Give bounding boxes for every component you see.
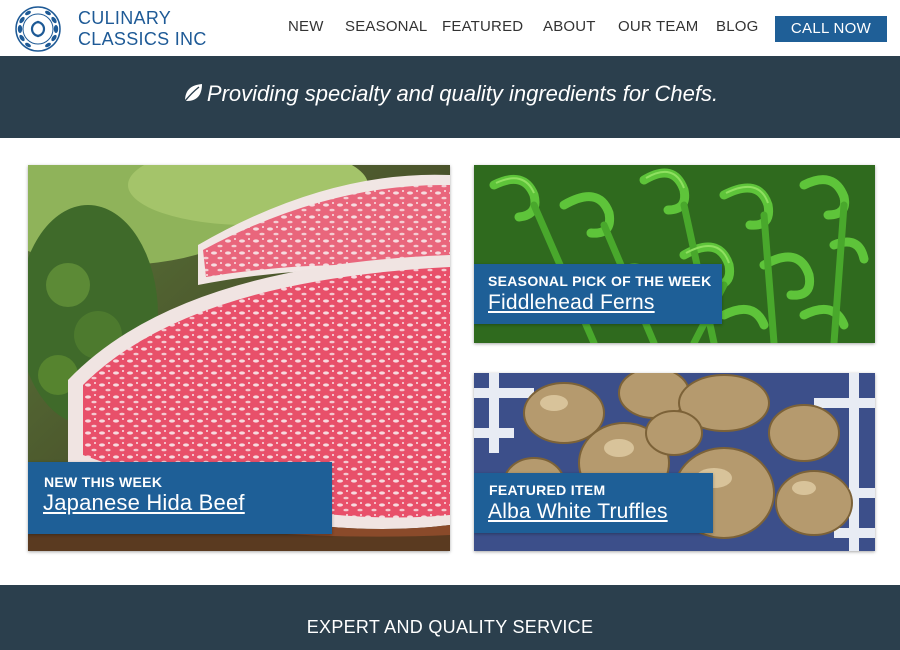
nav-item-blog[interactable]: BLOG xyxy=(716,18,758,35)
caption-featured: FEATURED ITEM Alba White Truffles xyxy=(474,473,713,533)
site-header: CULINARY CLASSICS INC NEW SEASONAL FEATU… xyxy=(0,0,900,56)
card-featured-item[interactable]: FEATURED ITEM Alba White Truffles xyxy=(474,373,875,551)
main-nav: NEW SEASONAL FEATURED ABOUT OUR TEAM BLO… xyxy=(0,18,900,40)
call-now-button[interactable]: CALL NOW xyxy=(775,16,887,42)
card-kicker: FEATURED ITEM xyxy=(489,482,606,498)
nav-item-about[interactable]: ABOUT xyxy=(543,18,596,35)
caption-seasonal: SEASONAL PICK OF THE WEEK Fiddlehead Fer… xyxy=(474,264,722,324)
tagline: Providing specialty and quality ingredie… xyxy=(0,81,900,107)
nav-item-seasonal[interactable]: SEASONAL xyxy=(345,18,427,35)
leaf-icon xyxy=(184,84,202,102)
service-title: EXPERT AND QUALITY SERVICE xyxy=(306,617,594,637)
card-title-link[interactable]: Fiddlehead Ferns xyxy=(488,291,655,315)
card-new-this-week[interactable]: NEW THIS WEEK Japanese Hida Beef xyxy=(28,165,450,551)
tagline-text: Providing specialty and quality ingredie… xyxy=(206,81,719,106)
nav-item-featured[interactable]: FEATURED xyxy=(442,18,523,35)
tagline-banner: Providing specialty and quality ingredie… xyxy=(0,56,900,138)
nav-item-our-team[interactable]: OUR TEAM xyxy=(618,18,699,35)
card-seasonal-pick[interactable]: SEASONAL PICK OF THE WEEK Fiddlehead Fer… xyxy=(474,165,875,343)
card-kicker: SEASONAL PICK OF THE WEEK xyxy=(488,273,712,289)
card-title-link[interactable]: Alba White Truffles xyxy=(488,500,668,524)
card-title-link[interactable]: Japanese Hida Beef xyxy=(43,490,245,516)
service-section: EXPERT AND QUALITY SERVICE xyxy=(0,585,900,650)
card-kicker: NEW THIS WEEK xyxy=(44,474,163,490)
caption-new: NEW THIS WEEK Japanese Hida Beef xyxy=(28,462,332,534)
nav-item-new[interactable]: NEW xyxy=(288,18,324,35)
